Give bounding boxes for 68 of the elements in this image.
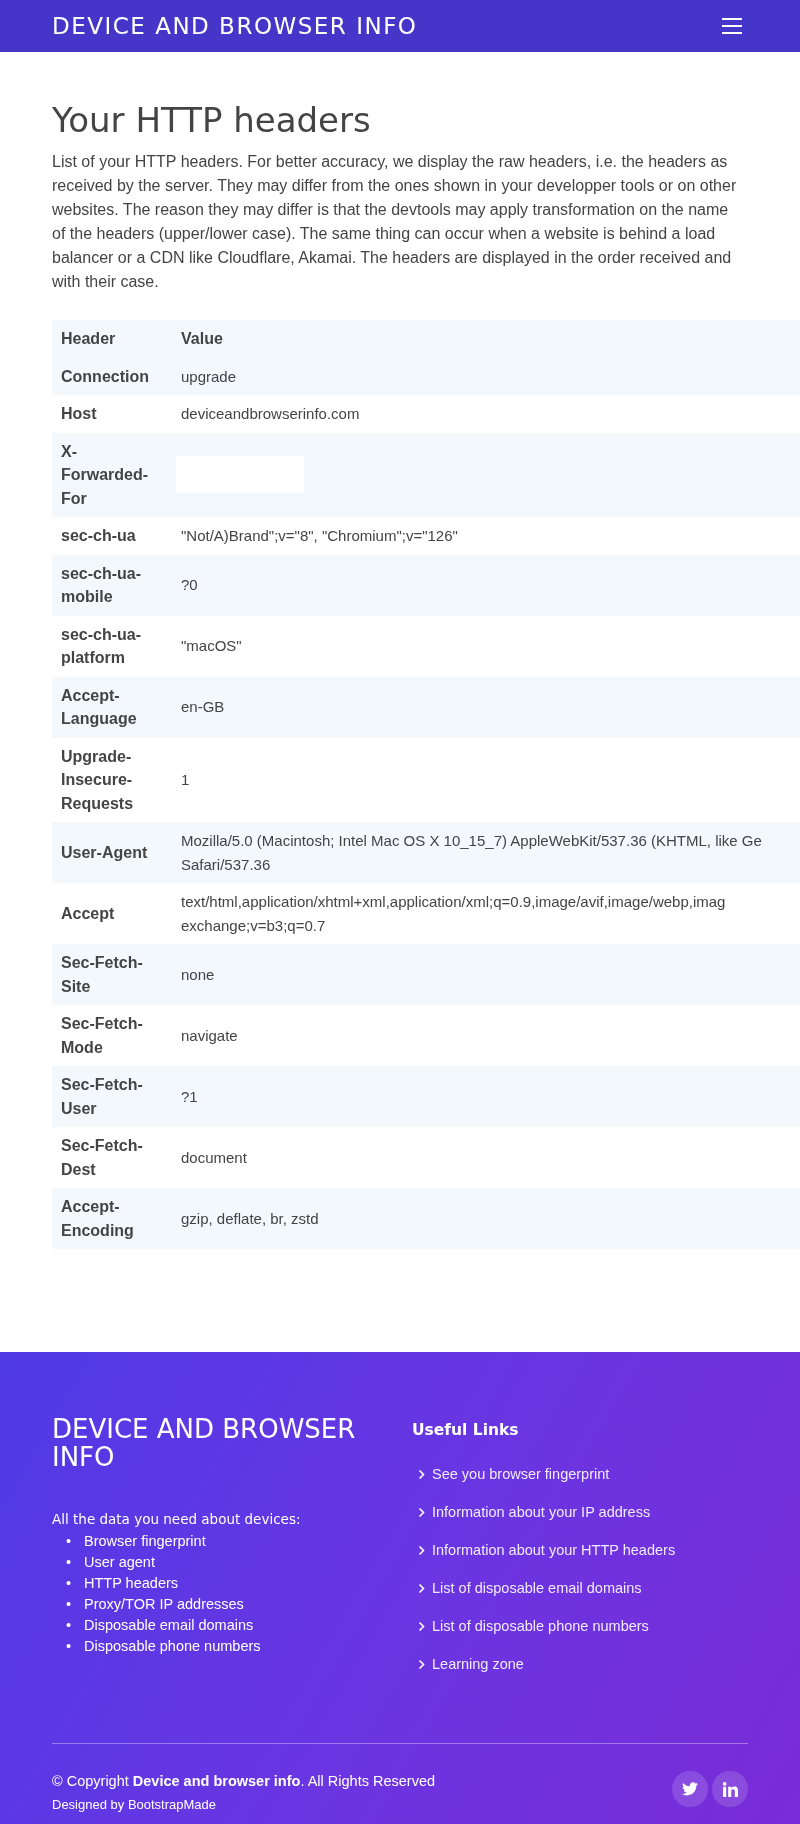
header-value-cell-text: ?0 xyxy=(181,575,199,596)
header-value-cell-text: upgrade xyxy=(181,366,238,387)
header-name-cell: sec-ch-ua xyxy=(52,517,172,555)
bird-icon xyxy=(682,1782,698,1796)
header-name-cell: User-Agent xyxy=(52,822,172,883)
chevron-icon xyxy=(418,1468,425,1480)
feature-item: Disposable email domains xyxy=(84,1616,254,1635)
footer-text: All the data you need about devices: xyxy=(52,1511,302,1527)
bullet-icon: • xyxy=(66,1594,75,1615)
header-name-cell: Sec-Fetch-Mode xyxy=(52,1005,172,1066)
page-title: Your HTTP headers xyxy=(52,100,372,140)
footer-link[interactable]: Learning zone xyxy=(432,1656,524,1672)
header-name-cell: Sec-Fetch-Site xyxy=(52,944,172,1005)
feature-item: Browser fingerprint xyxy=(84,1532,206,1551)
header-value-cell-text: ?1 xyxy=(181,1086,199,1107)
feature-item: Proxy/TOR IP addresses xyxy=(84,1595,244,1614)
column-header: Value xyxy=(172,320,800,358)
header-value-cell-text: deviceandbrowserinfo.com xyxy=(181,404,361,424)
copyright-text: © Copyright Device and browser info. All Rights Reserved xyxy=(52,1772,435,1791)
bullet-icon: • xyxy=(66,1573,75,1594)
feature-item: HTTP headers xyxy=(84,1574,179,1593)
footer-link[interactable]: See you browser fingerprint xyxy=(432,1466,610,1482)
social-button[interactable] xyxy=(672,1771,708,1807)
linkedin-icon xyxy=(722,1781,738,1797)
chevron-icon xyxy=(418,1582,425,1594)
header-value-cell-text: Mozilla/5.0 (Macintosh; Intel Mac OS X 10_15_7) AppleWebKit/537.36 (KHTML, like Ge Safari/537.36 xyxy=(181,831,763,875)
footer-link[interactable]: List of disposable email domains xyxy=(432,1580,642,1596)
bullet-icon: • xyxy=(66,1615,75,1636)
feature-item: User agent xyxy=(84,1553,155,1572)
header-name-cell: Accept xyxy=(52,883,172,944)
menu-icon[interactable] xyxy=(721,17,743,35)
chevron-icon xyxy=(418,1506,425,1518)
bullet-icon: • xyxy=(66,1552,75,1573)
header-value-cell-text: gzip, deflate, br, zstd xyxy=(181,1208,320,1229)
bullet-icon: • xyxy=(66,1531,75,1552)
header-name-cell: Upgrade-Insecure-Requests xyxy=(52,737,172,822)
header-value-cell-text: "Not/A)Brand";v="8", "Chromium";v="126" xyxy=(181,526,459,546)
header-value-cell-text: en-GB xyxy=(181,697,226,718)
header-value-cell-text: document xyxy=(181,1147,248,1168)
header-name-cell: X-Forwarded-For xyxy=(52,432,172,517)
social-button[interactable] xyxy=(712,1771,748,1807)
feature-item: Disposable phone numbers xyxy=(84,1637,261,1656)
bullet-icon: • xyxy=(66,1636,75,1657)
header-value-cell-text: 1 xyxy=(181,770,191,790)
header-name-cell: Accept-Encoding xyxy=(52,1188,172,1249)
footer-link[interactable]: List of disposable phone numbers xyxy=(432,1618,649,1634)
site-logo[interactable]: DEVICE AND BROWSER INFO xyxy=(52,13,418,39)
header-name-cell: Sec-Fetch-User xyxy=(52,1066,172,1127)
links-heading: Useful Links xyxy=(412,1421,520,1439)
chevron-icon xyxy=(418,1620,425,1632)
header-name-cell: Host xyxy=(52,395,172,433)
credits-text: Designed by BootstrapMade xyxy=(52,1796,218,1814)
footer-logo: DEVICE AND BROWSER INFO xyxy=(52,1415,357,1471)
footer-link[interactable]: Information about your IP address xyxy=(432,1504,651,1520)
footer-link[interactable]: Information about your HTTP headers xyxy=(432,1542,676,1558)
header-value-cell-text: none xyxy=(181,964,216,985)
chevron-icon xyxy=(418,1658,425,1670)
header-name-cell: Connection xyxy=(52,357,172,395)
header-value-cell-text: "macOS" xyxy=(181,636,243,657)
header-name-cell: sec-ch-ua-mobile xyxy=(52,554,172,616)
header-value-cell-text: navigate xyxy=(181,1025,239,1046)
column-header: Header xyxy=(52,320,172,358)
header-name-cell: sec-ch-ua-platform xyxy=(52,615,172,677)
header-name-cell: Accept-Language xyxy=(52,676,172,738)
intro-paragraph: List of your HTTP headers. For better accuracy, we display the raw headers, i.e. the headers as received by the server. They may differ from the ones shown in your developper tools or on other websites. The reason they may differ is that the devtools may apply transformation on the name of the headers (upper/lower case). The same thing can occur when a website is behind a load balancer or a CDN like Cloudflare, Akamai. The headers are displayed in the order received and with their case. xyxy=(52,152,738,292)
header-name-cell: Sec-Fetch-Dest xyxy=(52,1127,172,1188)
chevron-icon xyxy=(418,1544,425,1556)
header-value-cell-text: text/html,application/xhtml+xml,application/xml;q=0.9,image/avif,image/webp,imag exchange;v=b3;q=0.7 xyxy=(181,892,727,936)
